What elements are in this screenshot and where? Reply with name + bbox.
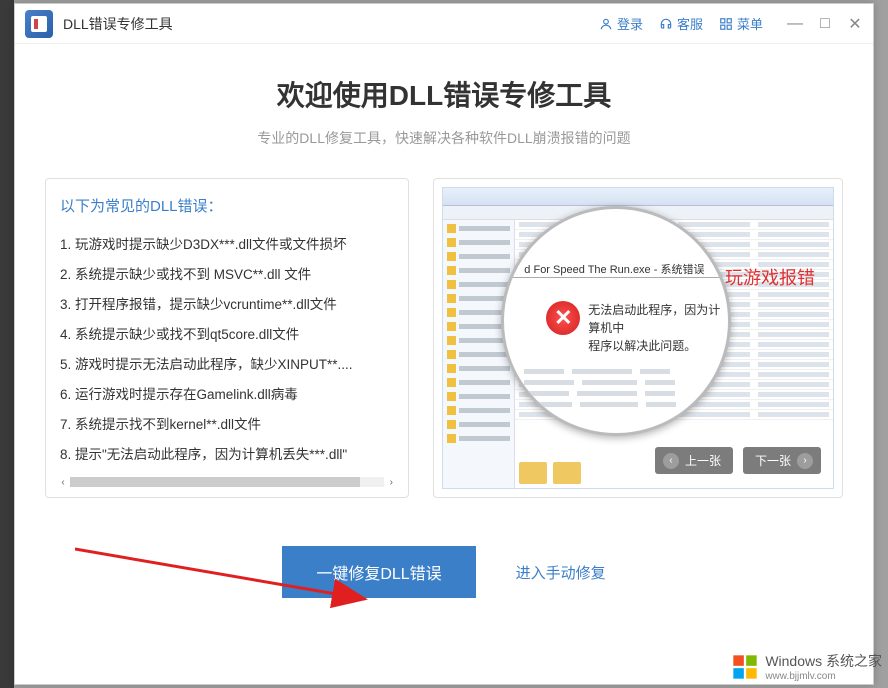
login-link[interactable]: 登录 — [599, 14, 643, 33]
list-item: 8. 提示"无法启动此程序，因为计算机丢失***.dll" — [60, 438, 394, 468]
panel-heading: 以下为常见的DLL错误： — [60, 195, 394, 216]
list-item: 4. 系统提示缺少或找不到qt5core.dll文件 — [60, 318, 394, 348]
headset-icon — [659, 17, 673, 31]
main-window: DLL错误专修工具 登录 客服 菜单 — □ ✕ 欢迎使用DLL错误专修工具 专… — [14, 3, 874, 685]
carousel-nav: ‹ 上一张 下一张 › — [655, 447, 821, 474]
list-item: 1. 玩游戏时提示缺少D3DX***.dll文件或文件损坏 — [60, 228, 394, 258]
watermark-brand: Windows 系统之家 — [765, 651, 882, 671]
window-controls: — □ ✕ — [787, 16, 863, 32]
scroll-right-icon[interactable]: › — [384, 475, 398, 489]
error-list: 1. 玩游戏时提示缺少D3DX***.dll文件或文件损坏 2. 系统提示缺少或… — [60, 228, 394, 468]
prev-button[interactable]: ‹ 上一张 — [655, 447, 733, 474]
user-icon — [599, 17, 613, 31]
app-icon — [25, 10, 53, 38]
list-item: 2. 系统提示缺少或找不到 MSVC**.dll 文件 — [60, 258, 394, 288]
fix-dll-button[interactable]: 一键修复DLL错误 — [282, 546, 475, 598]
scroll-track[interactable] — [70, 477, 384, 487]
content-area: 欢迎使用DLL错误专修工具 专业的DLL修复工具，快速解决各种软件DLL崩溃报错… — [15, 44, 873, 598]
common-errors-panel: 以下为常见的DLL错误： 1. 玩游戏时提示缺少D3DX***.dll文件或文件… — [45, 178, 409, 498]
list-item: 3. 打开程序报错，提示缺少vcruntime**.dll文件 — [60, 288, 394, 318]
list-item: 7. 系统提示找不到kernel**.dll文件 — [60, 408, 394, 438]
list-item: 6. 运行游戏时提示存在Gamelink.dll病毒 — [60, 378, 394, 408]
screenshot-panel: 玩游戏报错 d For Speed The Run.exe - 系统错误 ✕ 无… — [433, 178, 843, 498]
scroll-thumb[interactable] — [70, 477, 360, 487]
close-button[interactable]: ✕ — [847, 16, 863, 32]
menu-link[interactable]: 菜单 — [719, 14, 763, 33]
fake-sidebar — [443, 220, 515, 488]
list-item: 5. 游戏时提示无法启动此程序，缺少XINPUT**.... — [60, 348, 394, 378]
panels-row: 以下为常见的DLL错误： 1. 玩游戏时提示缺少D3DX***.dll文件或文件… — [41, 178, 847, 498]
folder-icon — [553, 462, 581, 484]
watermark-url: www.bjjmlv.com — [765, 671, 882, 682]
titlebar: DLL错误专修工具 登录 客服 菜单 — □ ✕ — [15, 4, 873, 44]
dialog-message: 无法启动此程序，因为计算机中 程序以解决此问题。 — [588, 301, 728, 355]
next-button[interactable]: 下一张 › — [743, 447, 821, 474]
magnifier-overlay: d For Speed The Run.exe - 系统错误 ✕ 无法启动此程序… — [501, 206, 731, 436]
horizontal-scrollbar[interactable]: ‹ › — [56, 475, 398, 489]
desktop-edge — [0, 0, 14, 688]
support-link[interactable]: 客服 — [659, 14, 703, 33]
page-title: 欢迎使用DLL错误专修工具 — [41, 74, 847, 114]
error-icon: ✕ — [546, 301, 580, 335]
error-caption: 玩游戏报错 — [725, 264, 815, 290]
chevron-right-icon: › — [797, 453, 813, 469]
maximize-button[interactable]: □ — [817, 16, 833, 32]
actions-row: 一键修复DLL错误 进入手动修复 — [41, 546, 847, 598]
minimize-button[interactable]: — — [787, 16, 803, 32]
page-subtitle: 专业的DLL修复工具，快速解决各种软件DLL崩溃报错的问题 — [41, 128, 847, 148]
windows-logo-icon — [731, 653, 759, 681]
scroll-left-icon[interactable]: ‹ — [56, 475, 70, 489]
chevron-left-icon: ‹ — [663, 453, 679, 469]
app-title: DLL错误专修工具 — [63, 14, 173, 34]
grid-icon — [719, 17, 733, 31]
watermark: Windows 系统之家 www.bjjmlv.com — [731, 651, 882, 682]
folder-icon — [519, 462, 547, 484]
manual-fix-link[interactable]: 进入手动修复 — [516, 562, 606, 583]
fake-window-header — [443, 188, 833, 206]
screenshot-preview: 玩游戏报错 d For Speed The Run.exe - 系统错误 ✕ 无… — [442, 187, 834, 489]
dialog-title: d For Speed The Run.exe - 系统错误 — [524, 261, 704, 277]
